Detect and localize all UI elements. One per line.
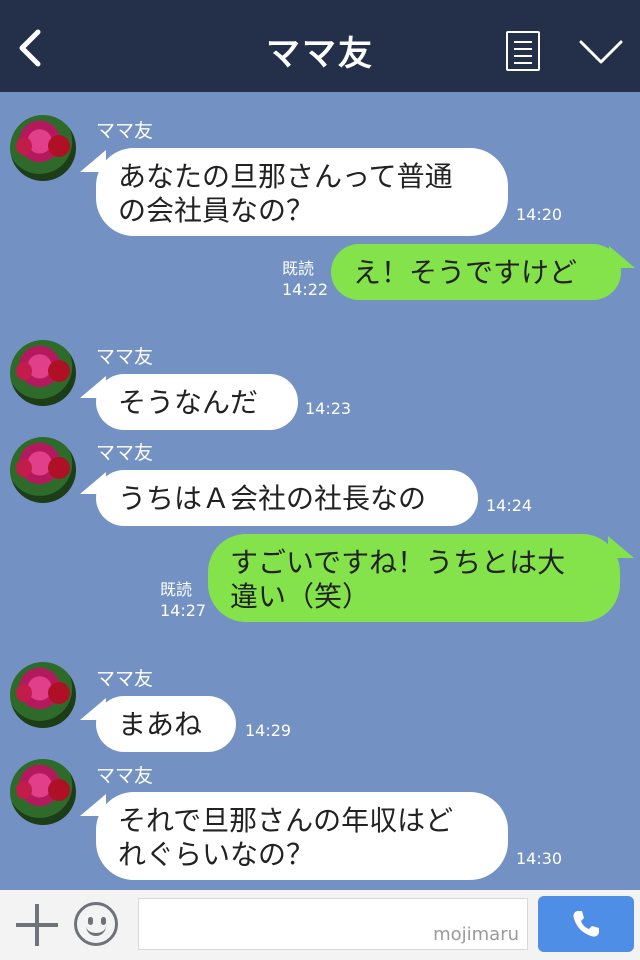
message-time: 14:24 (486, 496, 533, 515)
message-input[interactable]: mojimaru (138, 898, 528, 950)
incoming-message[interactable]: それで旦那さんの年収はど れぐらいなの？ (80, 792, 508, 880)
avatar[interactable] (10, 340, 76, 406)
message-text: あなたの旦那さんって普通 の会社員なの？ (118, 160, 453, 227)
avatar[interactable] (10, 115, 76, 181)
message-text: まあね (118, 708, 203, 741)
message-text: それで旦那さんの年収はど れぐらいなの？ (118, 804, 454, 871)
call-button[interactable] (538, 896, 634, 952)
message-time: 14:29 (245, 721, 292, 740)
watermark: mojimaru (433, 924, 519, 945)
avatar[interactable] (10, 662, 76, 728)
input-bar: mojimaru (0, 890, 640, 960)
smiley-icon[interactable] (74, 902, 118, 946)
avatar[interactable] (10, 437, 76, 503)
message-text: え！そうですけど (353, 256, 578, 289)
message-time: 14:20 (516, 205, 563, 224)
incoming-message[interactable]: そうなんだ (80, 374, 298, 430)
chat-title: ママ友 (266, 34, 374, 74)
menu-list-icon[interactable] (506, 31, 540, 71)
message-text: うちはＡ会社の社長なの (118, 482, 427, 515)
outgoing-message[interactable]: え！そうですけど (331, 244, 635, 300)
sender-name: ママ友 (96, 668, 154, 690)
incoming-message[interactable]: あなたの旦那さんって普通 の会社員なの？ (80, 148, 508, 236)
chat-header: ママ友 (0, 0, 640, 92)
read-receipt: 既読 14:27 (160, 579, 206, 621)
sender-name: ママ友 (96, 765, 154, 787)
sender-name: ママ友 (96, 120, 154, 142)
plus-icon[interactable] (16, 904, 58, 946)
message-time: 14:23 (305, 399, 352, 418)
read-label: 既読 (160, 580, 193, 599)
message-text: そうなんだ (118, 386, 259, 419)
message-time: 14:22 (282, 280, 329, 299)
phone-icon (573, 911, 599, 937)
read-receipt: 既読 14:22 (282, 258, 328, 300)
message-time: 14:27 (160, 601, 207, 620)
avatar[interactable] (10, 759, 76, 825)
read-label: 既読 (282, 259, 315, 278)
message-text: すごいですね！うちとは大 違い（笑） (230, 546, 566, 613)
incoming-message[interactable]: うちはＡ会社の社長なの (80, 470, 478, 526)
outgoing-message[interactable]: すごいですね！うちとは大 違い（笑） (208, 534, 634, 622)
message-list[interactable]: ママ友 あなたの旦那さんって普通 の会社員なの？ 14:20 既読 14:22 … (0, 92, 640, 890)
sender-name: ママ友 (96, 442, 154, 464)
message-time: 14:30 (516, 849, 563, 868)
sender-name: ママ友 (96, 346, 154, 368)
chevron-down-icon[interactable] (578, 34, 624, 68)
incoming-message[interactable]: まあね (80, 696, 236, 752)
